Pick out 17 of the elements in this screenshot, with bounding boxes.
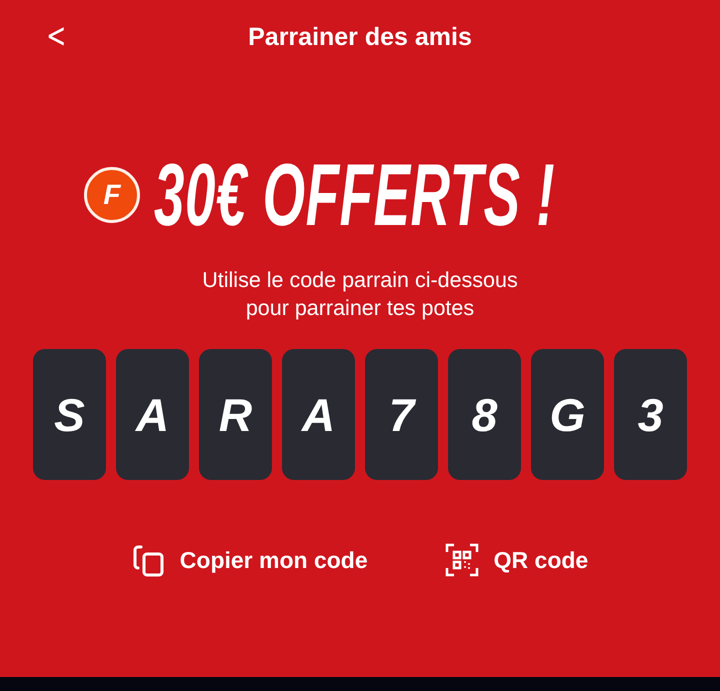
copy-icon (132, 543, 166, 577)
code-character: S (33, 349, 106, 480)
qr-code-icon (444, 542, 480, 578)
code-character: A (116, 349, 189, 480)
code-character: A (282, 349, 355, 480)
copy-code-button[interactable]: Copier mon code (132, 542, 368, 578)
code-character: R (199, 349, 272, 480)
code-character: 3 (614, 349, 687, 480)
offer-headline: 30€ OFFERTS ! (154, 144, 556, 246)
qr-code-button[interactable]: QR code (444, 542, 588, 578)
code-character: G (531, 349, 604, 480)
page-title: Parrainer des amis (248, 22, 472, 52)
brand-logo: F (84, 167, 140, 223)
code-character: 7 (365, 349, 438, 480)
instruction-text: Utilise le code parrain ci-dessous pour parrainer tes potes (202, 267, 518, 322)
back-button[interactable]: < (43, 16, 70, 56)
code-character: 8 (448, 349, 521, 480)
